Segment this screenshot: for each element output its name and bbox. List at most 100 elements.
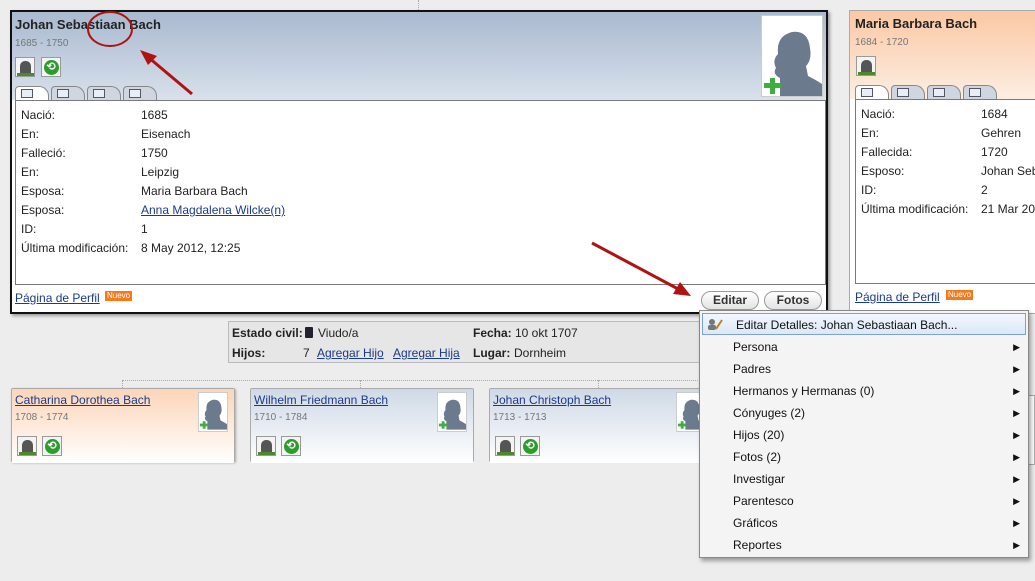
detail-label: En: xyxy=(21,127,40,141)
detail-value: 2 xyxy=(981,183,988,197)
menu-item[interactable]: Cónyuges (2) ▶ xyxy=(700,402,1028,424)
family-icon xyxy=(897,88,909,97)
tab-details[interactable] xyxy=(15,86,49,100)
detail-value: Leipzig xyxy=(141,165,180,179)
tombstone-icon[interactable] xyxy=(17,436,37,456)
connector-line xyxy=(360,380,361,388)
child-card[interactable]: Catharina Dorothea Bach 1708 - 1774 ⟲ xyxy=(11,388,235,463)
menu-item-label: Hijos (20) xyxy=(733,428,785,442)
tab-gift[interactable] xyxy=(123,86,157,100)
submenu-arrow-icon: ▶ xyxy=(1013,540,1020,550)
male-silhouette-avatar[interactable] xyxy=(761,15,823,97)
profile-link[interactable]: Página de Perfil xyxy=(855,289,940,305)
child-dates: 1713 - 1713 xyxy=(493,412,547,423)
male-silhouette-avatar[interactable] xyxy=(437,392,467,432)
detail-label: Nació: xyxy=(861,107,896,121)
tab-house[interactable] xyxy=(927,85,961,99)
menu-item-label: Reportes xyxy=(733,538,782,552)
tab-gift[interactable] xyxy=(963,85,997,99)
relationship-icon[interactable]: ⟲ xyxy=(520,436,540,456)
person-dates: 1685 - 1750 xyxy=(15,38,69,49)
relationship-icon[interactable]: ⟲ xyxy=(42,436,62,456)
menu-item[interactable]: Fotos (2) ▶ xyxy=(700,446,1028,468)
profile-link[interactable]: Página de Perfil xyxy=(15,290,100,306)
menu-item[interactable]: Hermanos y Hermanas (0) ▶ xyxy=(700,380,1028,402)
child-name[interactable]: Wilhelm Friedmann Bach xyxy=(254,392,388,408)
connector-line xyxy=(598,380,599,388)
female-silhouette-avatar[interactable] xyxy=(198,392,228,432)
spouse-name[interactable]: Maria Barbara Bach xyxy=(855,16,977,31)
submenu-arrow-icon: ▶ xyxy=(1013,364,1020,374)
menu-item-label: Gráficos xyxy=(733,516,778,530)
submenu-arrow-icon: ▶ xyxy=(1013,474,1020,484)
spouse-card[interactable]: Maria Barbara Bach 1684 - 1720 Nació: 168… xyxy=(849,10,1035,314)
relationship-icon[interactable]: ⟲ xyxy=(281,436,301,456)
tombstone-icon[interactable] xyxy=(15,57,35,77)
add-son-link[interactable]: Agregar Hijo xyxy=(317,345,384,361)
detail-value: 1 xyxy=(141,222,148,236)
connector-line xyxy=(418,0,419,10)
tab-family[interactable] xyxy=(891,85,925,99)
tombstone-icon[interactable] xyxy=(256,436,276,456)
book-icon xyxy=(305,327,313,338)
tab-house[interactable] xyxy=(87,86,121,100)
edit-pencil-icon xyxy=(707,317,723,331)
tombstone-icon[interactable] xyxy=(856,56,876,76)
new-badge: Nuevo xyxy=(105,291,133,301)
detail-label: Última modificación: xyxy=(861,202,969,216)
menu-item[interactable]: Parentesco ▶ xyxy=(700,490,1028,512)
menu-item[interactable]: Reportes ▶ xyxy=(700,534,1028,556)
menu-item-label: Padres xyxy=(733,362,772,376)
id-card-icon xyxy=(861,88,873,97)
menu-item-label: Fotos (2) xyxy=(733,450,782,464)
person-name[interactable]: Johan Sebastiaan Bach xyxy=(15,17,161,32)
date-label: Fecha: xyxy=(473,326,512,340)
detail-value: 1685 xyxy=(141,108,168,122)
main-person-card[interactable]: Johan Sebastiaan Bach 1685 - 1750 ⟲ Naci… xyxy=(10,10,828,314)
child-card[interactable]: Johan Christoph Bach 1713 - 1713 ⟲ xyxy=(489,388,713,463)
marriage-info-bar: Estado civil: Viudo/a Fecha: 10 okt 1707… xyxy=(228,321,702,363)
tombstone-icon[interactable] xyxy=(495,436,515,456)
menu-item[interactable]: Hijos (20) ▶ xyxy=(700,424,1028,446)
submenu-arrow-icon: ▶ xyxy=(1013,408,1020,418)
edit-button[interactable]: Editar xyxy=(701,291,759,310)
detail-value: Johan Seb xyxy=(981,164,1035,178)
menu-item-label: Persona xyxy=(733,340,778,354)
tab-details[interactable] xyxy=(855,85,889,99)
detail-label: Nació: xyxy=(21,108,56,122)
detail-value[interactable]: Anna Magdalena Wilcke(n) xyxy=(141,202,285,218)
photos-button[interactable]: Fotos xyxy=(764,291,822,310)
new-badge: Nuevo xyxy=(946,290,974,300)
menu-item[interactable]: Editar Detalles: Johan Sebastiaan Bach..… xyxy=(702,313,1026,335)
children-count: 7 xyxy=(303,346,310,360)
menu-item[interactable]: Persona ▶ xyxy=(700,336,1028,358)
detail-value: Eisenach xyxy=(141,127,191,141)
menu-item[interactable]: Investigar ▶ xyxy=(700,468,1028,490)
tab-family[interactable] xyxy=(51,86,85,100)
detail-label: Última modificación: xyxy=(21,241,129,255)
child-name[interactable]: Johan Christoph Bach xyxy=(493,392,611,408)
child-dates: 1708 - 1774 xyxy=(15,412,69,423)
child-card[interactable]: Wilhelm Friedmann Bach 1710 - 1784 ⟲ xyxy=(250,388,474,463)
child-name[interactable]: Catharina Dorothea Bach xyxy=(15,392,150,408)
detail-label: ID: xyxy=(861,183,877,197)
detail-value: 8 May 2012, 12:25 xyxy=(141,241,241,255)
status-label: Estado civil: xyxy=(232,326,303,340)
detail-value: 1750 xyxy=(141,146,168,160)
submenu-arrow-icon: ▶ xyxy=(1013,452,1020,462)
detail-value: Maria Barbara Bach xyxy=(141,184,248,198)
menu-item[interactable]: Gráficos ▶ xyxy=(700,512,1028,534)
relationship-icon[interactable]: ⟲ xyxy=(41,57,61,77)
detail-label: Falleció: xyxy=(21,146,66,160)
menu-item-label: Cónyuges (2) xyxy=(733,406,806,420)
details-panel: Nació: 1685 En: Eisenach Falleció: 1750 En: Lei… xyxy=(15,100,826,285)
detail-value: Gehren xyxy=(981,126,1022,140)
connector-line xyxy=(122,380,702,381)
detail-label: Fallecida: xyxy=(861,145,913,159)
connector-line xyxy=(122,380,123,388)
submenu-arrow-icon: ▶ xyxy=(1013,496,1020,506)
gift-icon xyxy=(129,89,141,98)
menu-item[interactable]: Padres ▶ xyxy=(700,358,1028,380)
detail-label: En: xyxy=(21,165,40,179)
add-daughter-link[interactable]: Agregar Hija xyxy=(393,345,460,361)
